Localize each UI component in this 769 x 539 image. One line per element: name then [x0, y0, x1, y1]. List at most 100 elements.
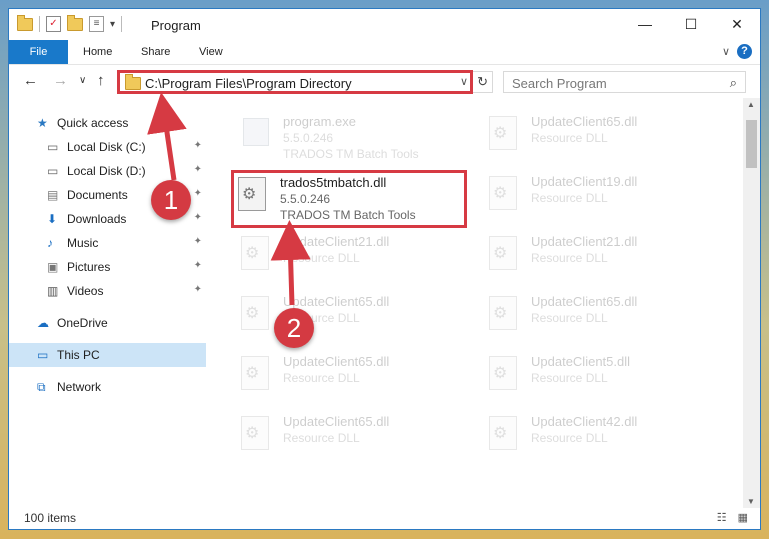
expand-ribbon-icon[interactable]: ∨	[722, 45, 730, 58]
tab-file[interactable]: File	[9, 40, 68, 64]
tab-view[interactable]: View	[199, 40, 223, 64]
sidebar-item[interactable]: ▭ Local Disk (C:) ✦	[9, 135, 206, 159]
file-item[interactable]: UpdateClient65.dll Resource DLL	[485, 292, 715, 347]
folder-icon	[17, 14, 33, 31]
dll-file-icon	[489, 296, 517, 330]
ribbon-tabs: File Home Share View ∨ ?	[9, 40, 760, 65]
file-item[interactable]: program.exe 5.5.0.246 TRADOS TM Batch Tool…	[237, 112, 467, 167]
file-item[interactable]: UpdateClient65.dllResource DLL	[237, 412, 467, 467]
file-item[interactable]: UpdateClient65.dllResource DLL	[237, 352, 467, 407]
sidebar-item[interactable]: ▣ Pictures ✦	[9, 255, 206, 279]
file-description: Resource DLL	[283, 431, 360, 445]
dll-file-icon	[489, 236, 517, 270]
file-version: 5.5.0.246	[283, 131, 334, 145]
title-bar: ✓ ≡ ▾ Program — ☐ ✕	[9, 9, 760, 40]
file-item[interactable]: UpdateClient65.dllResource DLL	[237, 292, 467, 347]
sidebar-item[interactable]: ▥ Videos ✦	[9, 279, 206, 303]
sidebar-item-label: Quick access	[57, 116, 129, 130]
file-list: program.exe 5.5.0.246 TRADOS TM Batch Tool…	[219, 98, 739, 508]
file-description: Resource DLL	[531, 251, 608, 265]
refresh-icon[interactable]: ↻	[477, 74, 488, 90]
file-description: Resource DLL	[531, 311, 608, 325]
quick-access-toolbar: ✓ ≡ ▾	[17, 14, 123, 32]
sidebar-item[interactable]: ⧉ Network	[9, 375, 206, 399]
sidebar-item-label: Videos	[67, 284, 104, 298]
new-folder-icon[interactable]	[67, 14, 83, 31]
customize-toolbar-icon[interactable]: ≡	[89, 16, 104, 32]
dll-file-icon	[238, 177, 266, 211]
tab-share[interactable]: Share	[141, 40, 170, 64]
callout-1: 1	[151, 180, 191, 220]
file-item[interactable]: UpdateClient42.dll Resource DLL	[485, 412, 715, 467]
file-name: UpdateClient65.dll	[531, 114, 638, 129]
divider	[39, 16, 40, 32]
file-item[interactable]: trados5tmbatch.dll 5.5.0.246 TRADOS TM Bat…	[231, 170, 467, 228]
pin-icon[interactable]: ✦	[194, 260, 202, 271]
file-description: Resource DLL	[283, 251, 360, 265]
file-name: UpdateClient21.dll	[283, 234, 390, 249]
sidebar-item-label: Pictures	[67, 260, 111, 274]
sidebar-item[interactable]: ★ Quick access	[9, 111, 206, 135]
sidebar-item[interactable]: ♪ Music ✦	[9, 231, 206, 255]
music-note-icon: ♪	[47, 236, 53, 250]
up-button[interactable]: ↑	[97, 72, 105, 89]
search-input[interactable]: Search Program ⌕	[503, 71, 746, 93]
sidebar-item[interactable]: ▭ Local Disk (D:) ✦	[9, 159, 206, 183]
pin-icon[interactable]: ✦	[194, 212, 202, 223]
dll-file-icon	[241, 356, 269, 390]
dll-file-icon	[489, 356, 517, 390]
properties-icon[interactable]: ✓	[46, 16, 61, 32]
view-toggle-icons[interactable]: ☷ ▦	[717, 511, 752, 524]
scrollbar-thumb[interactable]	[746, 120, 757, 168]
divider	[121, 16, 123, 32]
sidebar-item[interactable]: ▭ This PC	[9, 343, 206, 367]
tab-home[interactable]: Home	[83, 40, 112, 64]
file-item[interactable]: UpdateClient21.dll Resource DLL	[485, 232, 715, 287]
pictures-icon: ▣	[47, 260, 59, 274]
callout-2: 2	[274, 308, 314, 348]
search-icon[interactable]: ⌕	[730, 75, 737, 91]
file-item[interactable]: UpdateClient19.dll Resource DLL	[485, 172, 715, 227]
dll-file-icon	[241, 236, 269, 270]
dll-file-icon	[241, 416, 269, 450]
minimize-button[interactable]: —	[622, 9, 668, 40]
file-description: Resource DLL	[531, 191, 608, 205]
sidebar-item[interactable]: ☁ OneDrive	[9, 311, 206, 335]
cloud-icon: ☁	[37, 316, 49, 330]
film-icon: ▥	[47, 284, 59, 298]
status-bar: 100 items ☷ ▦	[9, 507, 760, 529]
back-button[interactable]: ←	[23, 72, 38, 89]
pin-icon[interactable]: ✦	[194, 284, 202, 295]
file-item[interactable]: UpdateClient65.dll Resource DLL	[485, 112, 715, 167]
dll-file-icon	[489, 416, 517, 450]
sidebar-item-label: Downloads	[67, 212, 127, 226]
file-name: trados5tmbatch.dll	[280, 175, 387, 190]
forward-button[interactable]: →	[53, 72, 68, 89]
toolbar-dropdown-icon[interactable]: ▾	[110, 19, 115, 30]
help-icon[interactable]: ?	[737, 44, 752, 59]
file-name: UpdateClient65.dll	[531, 294, 638, 309]
computer-icon: ▭	[37, 348, 49, 362]
pin-icon[interactable]: ✦	[194, 236, 202, 247]
sidebar-item-label: Local Disk (C:)	[67, 140, 146, 154]
recent-locations-button[interactable]: ∨	[79, 75, 86, 86]
sidebar-item-label: Documents	[67, 188, 128, 202]
file-description: Resource DLL	[531, 131, 608, 145]
drive-icon: ▭	[47, 140, 59, 154]
file-version: 5.5.0.246	[280, 192, 331, 206]
file-item[interactable]: UpdateClient21.dll Resource DLL	[237, 232, 467, 287]
item-count: 100 items	[24, 511, 77, 525]
scroll-up-icon[interactable]: ▲	[747, 100, 755, 109]
vertical-scrollbar[interactable]: ▲ ▼	[743, 98, 760, 508]
file-name: UpdateClient65.dll	[283, 354, 390, 369]
close-button[interactable]: ✕	[714, 9, 760, 40]
file-description: Resource DLL	[531, 371, 608, 385]
maximize-button[interactable]: ☐	[668, 9, 714, 40]
pin-icon[interactable]: ✦	[194, 140, 202, 151]
scroll-down-icon[interactable]: ▼	[747, 497, 755, 506]
exe-file-icon	[243, 118, 269, 146]
pin-icon[interactable]: ✦	[194, 164, 202, 175]
pin-icon[interactable]: ✦	[194, 188, 202, 199]
documents-icon: ▤	[47, 188, 59, 202]
file-item[interactable]: UpdateClient5.dll Resource DLL	[485, 352, 715, 407]
